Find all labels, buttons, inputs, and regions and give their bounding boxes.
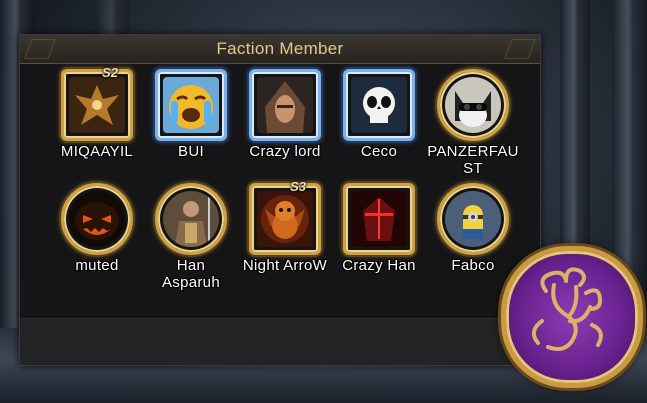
- avatar-frame[interactable]: [61, 183, 133, 255]
- member-card[interactable]: muted: [51, 183, 143, 313]
- member-name: Night ArroW: [242, 257, 328, 274]
- jack-o-lantern-icon: [69, 191, 125, 247]
- member-card[interactable]: S3 Night ArroW: [239, 179, 331, 313]
- panel-header: Faction Member: [20, 35, 540, 64]
- knight-icon: [163, 191, 219, 247]
- dragon-icon: [257, 191, 313, 247]
- member-name: MIQAAYIL: [60, 143, 134, 160]
- member-card[interactable]: Ceco: [333, 69, 425, 199]
- member-card[interactable]: PANZERFAUST: [427, 69, 519, 199]
- member-name: Han Asparuh: [162, 257, 220, 291]
- season-badge: S2: [102, 65, 118, 80]
- avatar-frame[interactable]: [249, 69, 321, 141]
- avatar-frame[interactable]: [155, 183, 227, 255]
- avatar-frame[interactable]: [343, 183, 415, 255]
- avatar-frame[interactable]: S3: [249, 179, 321, 255]
- skull-icon: [351, 77, 407, 133]
- cat-icon: [445, 77, 501, 133]
- member-card[interactable]: Crazy Han: [333, 183, 425, 313]
- member-name: Ceco: [360, 143, 398, 160]
- minion-icon: [445, 191, 501, 247]
- member-name: BUI: [178, 143, 204, 160]
- avatar-frame[interactable]: [343, 69, 415, 141]
- three-headed-dragon-icon: [531, 267, 603, 351]
- member-name: PANZERFAUST: [427, 143, 519, 177]
- member-name: Crazy Han: [342, 257, 416, 274]
- avatar-frame[interactable]: [437, 183, 509, 255]
- crying-emoji-icon: [163, 77, 219, 133]
- hooded-assassin-icon: [257, 77, 313, 133]
- panel-footer: [20, 318, 540, 365]
- member-card[interactable]: Han Asparuh: [145, 183, 237, 313]
- member-name: muted: [75, 257, 119, 274]
- member-name: Crazy lord: [249, 143, 321, 160]
- faction-member-panel: Faction Member S2 MIQAAYIL BUI Crazy lor…: [19, 34, 541, 366]
- panel-title: Faction Member: [216, 39, 344, 58]
- avatar-frame[interactable]: [155, 69, 227, 141]
- season-badge: S3: [290, 179, 306, 194]
- avatar-frame[interactable]: S2: [61, 65, 133, 141]
- member-card[interactable]: BUI: [145, 69, 237, 199]
- faction-emblem-button[interactable]: [501, 246, 643, 388]
- red-mask-icon: [351, 191, 407, 247]
- avatar-frame[interactable]: [437, 69, 509, 141]
- phoenix-icon: [69, 77, 125, 133]
- member-card[interactable]: S2 MIQAAYIL: [51, 65, 143, 199]
